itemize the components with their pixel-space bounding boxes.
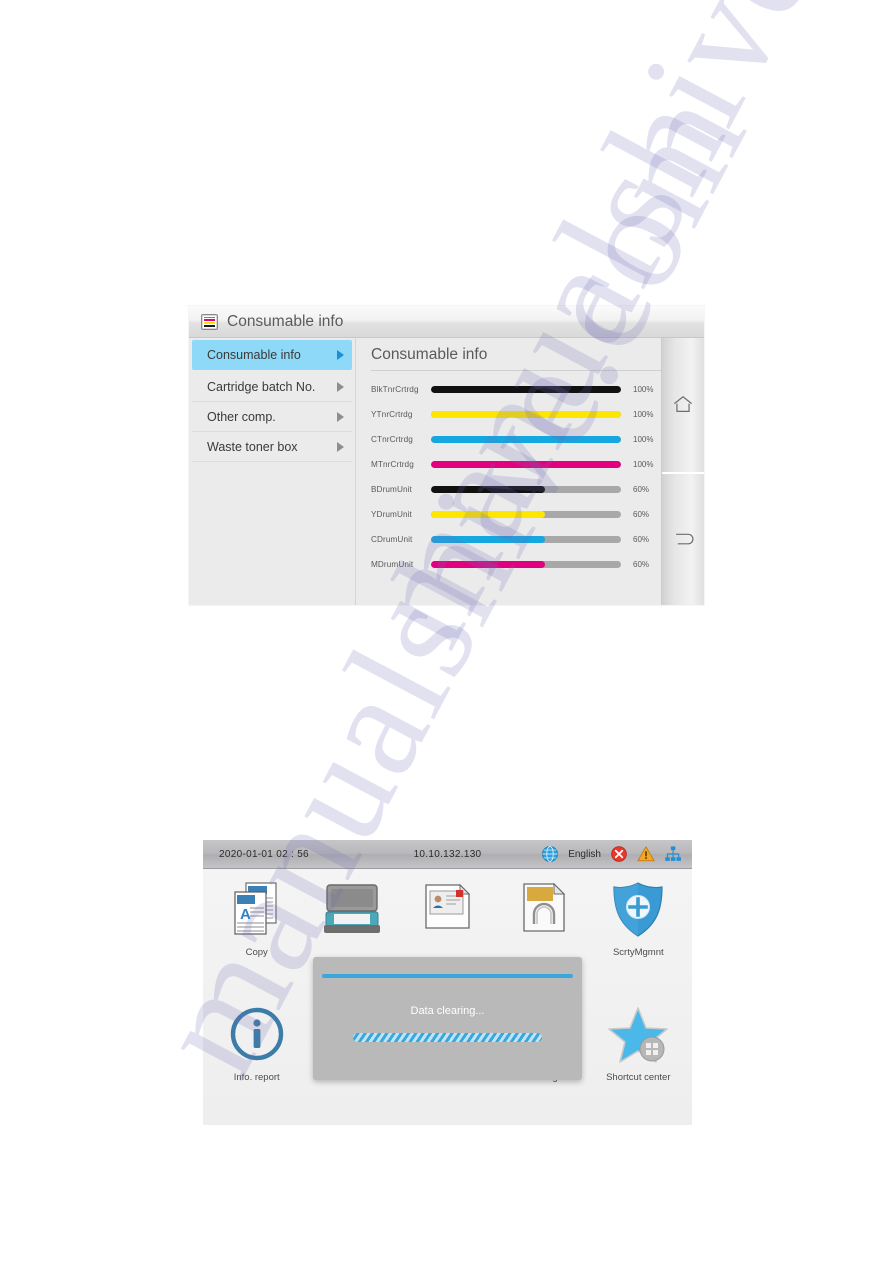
consumable-level-percent: 60%: [633, 535, 650, 544]
app-grid: A Copy Scan: [203, 869, 692, 1125]
chevron-right-icon: [337, 349, 344, 360]
status-bar: 2020-01-01 02 : 56 10.10.132.130 English: [203, 840, 692, 869]
data-clearing-dialog: Data clearing...: [313, 957, 582, 1080]
chevron-right-icon: [337, 381, 344, 392]
consumable-level-percent: 60%: [633, 485, 650, 494]
consumable-name: CDrumUnit: [371, 535, 413, 544]
error-circle-icon[interactable]: [610, 845, 628, 863]
consumable-name: YDrumUnit: [371, 510, 412, 519]
consumable-level-bar: [431, 536, 621, 543]
consumable-info-screen: Consumable info Consumable info Cartridg…: [189, 306, 704, 605]
app-tile-info-report[interactable]: Info. report: [209, 998, 304, 1123]
info-circle-icon: [230, 1007, 283, 1061]
consumable-name: YTnrCrtrdg: [371, 410, 413, 419]
consumable-level-percent: 60%: [633, 560, 650, 569]
menu-item-label: Consumable info: [207, 347, 301, 362]
consumable-level-bar: [431, 511, 621, 518]
screen-body: Consumable info Cartridge batch No. Othe…: [189, 338, 704, 605]
consumable-level-row: YDrumUnit 60%: [371, 502, 704, 527]
consumable-level-fill: [431, 561, 545, 568]
dialog-accent-bar: [322, 974, 573, 978]
locked-document-icon: [523, 882, 566, 932]
menu-item-cartridge-batch-no[interactable]: Cartridge batch No.: [192, 372, 352, 402]
scanner-icon: [324, 884, 381, 933]
menu-item-label: Other comp.: [207, 409, 276, 424]
consumable-level-fill: [431, 511, 545, 518]
status-datetime: 2020-01-01 02 : 56: [219, 848, 309, 860]
consumable-level-percent: 60%: [633, 510, 650, 519]
consumable-level-percent: 100%: [633, 410, 654, 419]
chevron-right-icon: [337, 411, 344, 422]
consumable-name: MDrumUnit: [371, 560, 414, 569]
app-tile-scrtymgmnt[interactable]: ScrtyMgmnt: [591, 873, 686, 998]
consumable-level-row: CDrumUnit 60%: [371, 527, 704, 552]
back-button[interactable]: [662, 471, 704, 606]
menu-item-label: Waste toner box: [207, 439, 298, 454]
toner-cartridge-icon: [201, 313, 218, 330]
consumable-level-fill: [431, 461, 621, 468]
consumable-level-row: MTnrCrtrdg 100%: [371, 452, 704, 477]
consumable-level-fill: [431, 486, 545, 493]
menu-item-consumable-info[interactable]: Consumable info: [192, 340, 352, 370]
title-bar: Consumable info: [189, 306, 704, 338]
consumable-level-row: MDrumUnit 60%: [371, 552, 704, 577]
consumable-level-bar: [431, 486, 621, 493]
home-icon: [673, 396, 693, 413]
status-bar-right-group: English: [541, 845, 682, 863]
consumable-level-bar: [431, 386, 621, 393]
security-shield-icon: [613, 882, 663, 937]
status-ip-address: 10.10.132.130: [413, 848, 482, 860]
consumable-level-percent: 100%: [633, 460, 654, 469]
menu-item-other-comp[interactable]: Other comp.: [192, 402, 352, 432]
printer-home-screen: 2020-01-01 02 : 56 10.10.132.130 English: [203, 840, 692, 1125]
consumable-name: CTnrCrtrdg: [371, 435, 413, 444]
chevron-right-icon: [337, 441, 344, 452]
consumable-level-row: YTnrCrtrdg 100%: [371, 402, 704, 427]
consumable-level-bar: [431, 436, 621, 443]
consumable-levels-panel: Consumable info BlkTnrCrtrdg 100% YTnrCrtr…: [356, 338, 704, 605]
content-heading: Consumable info: [371, 346, 692, 371]
dialog-progress-bar: [353, 1033, 542, 1042]
consumable-level-bar: [431, 411, 621, 418]
network-status-icon[interactable]: [664, 845, 682, 863]
consumable-level-bar: [431, 561, 621, 568]
warning-triangle-icon[interactable]: [637, 845, 655, 863]
language-label[interactable]: English: [568, 849, 601, 860]
consumable-name: BDrumUnit: [371, 485, 412, 494]
consumable-level-fill: [431, 436, 621, 443]
consumable-name: BlkTnrCrtrdg: [371, 385, 419, 394]
id-card-copy-icon: [425, 883, 471, 929]
consumable-level-fill: [431, 536, 545, 543]
consumable-level-list: BlkTnrCrtrdg 100% YTnrCrtrdg 100% CTnrCrtrdg…: [371, 377, 704, 577]
page-title: Consumable info: [227, 312, 344, 330]
consumable-level-bar: [431, 461, 621, 468]
star-shortcut-icon: [608, 1007, 669, 1063]
app-label: Info. report: [233, 1072, 280, 1083]
app-tile-copy[interactable]: A Copy: [209, 873, 304, 998]
consumable-level-row: CTnrCrtrdg 100%: [371, 427, 704, 452]
back-arrow-icon: [676, 533, 694, 545]
consumable-level-row: BlkTnrCrtrdg 100%: [371, 377, 704, 402]
consumable-name: MTnrCrtrdg: [371, 460, 414, 469]
app-label: Shortcut center: [606, 1072, 671, 1083]
menu-item-waste-toner-box[interactable]: Waste toner box: [192, 432, 352, 462]
app-label: Copy: [245, 947, 268, 958]
menu-item-label: Cartridge batch No.: [207, 379, 316, 394]
hardware-key-rail: [661, 338, 704, 605]
app-tile-shortcut-center[interactable]: Shortcut center: [591, 998, 686, 1123]
consumable-level-row: BDrumUnit 60%: [371, 477, 704, 502]
dialog-message: Data clearing...: [410, 1005, 485, 1017]
globe-icon[interactable]: [541, 845, 559, 863]
consumable-level-fill: [431, 411, 621, 418]
consumable-level-percent: 100%: [633, 385, 654, 394]
home-button[interactable]: [662, 338, 704, 472]
consumable-level-percent: 100%: [633, 435, 654, 444]
settings-menu-list: Consumable info Cartridge batch No. Othe…: [189, 338, 356, 605]
svg-text:A: A: [240, 906, 251, 923]
copy-documents-icon: A: [234, 882, 277, 935]
app-label: ScrtyMgmnt: [612, 947, 664, 958]
consumable-level-fill: [431, 386, 621, 393]
